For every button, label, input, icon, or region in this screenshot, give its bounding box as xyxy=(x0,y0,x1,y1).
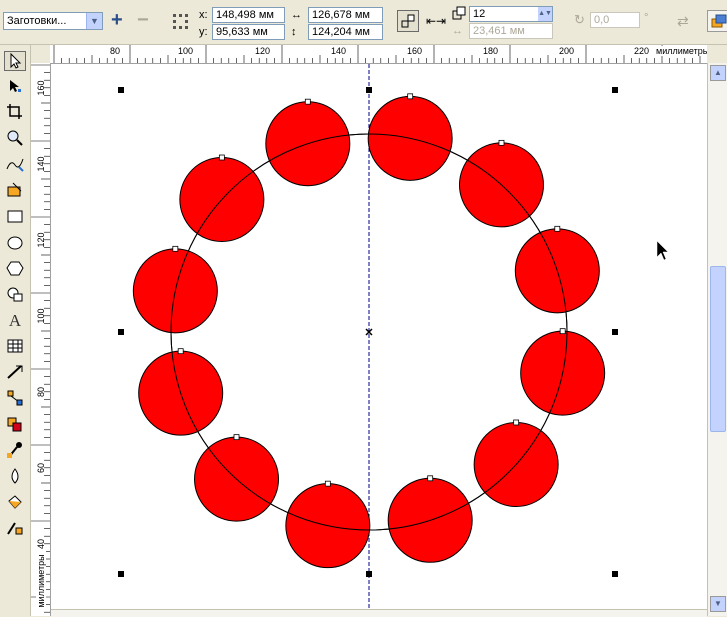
rectangle-tool-icon[interactable] xyxy=(4,207,26,227)
h-tick-label: 120 xyxy=(255,46,271,56)
v-tick-label: 100 xyxy=(36,308,46,324)
selection-handle[interactable] xyxy=(612,87,618,93)
angle-field[interactable]: 0,0 xyxy=(590,12,640,28)
x-position-field[interactable]: 148,498 мм xyxy=(212,7,285,23)
h-tick-label: 220 xyxy=(634,46,650,56)
node-handle[interactable] xyxy=(513,419,520,426)
drawing-canvas[interactable] xyxy=(51,64,707,610)
width-icon: ↔ xyxy=(291,9,302,21)
chevron-down-icon: ▼ xyxy=(86,13,102,29)
ruler-origin[interactable] xyxy=(31,45,51,64)
interactive-fill-icon[interactable] xyxy=(4,519,26,539)
dimension-tool-icon[interactable] xyxy=(4,363,26,383)
v-tick-label: 140 xyxy=(36,156,46,172)
to-object-button[interactable] xyxy=(397,10,419,32)
blend-tool-icon[interactable] xyxy=(4,415,26,435)
x-label: x: xyxy=(199,9,208,21)
node-handle[interactable] xyxy=(407,93,414,100)
mirror-icon[interactable]: ⇄ xyxy=(677,12,695,30)
to-object-icon xyxy=(401,14,415,28)
preset-label: Заготовки... xyxy=(7,15,67,27)
pick-tool-icon[interactable] xyxy=(4,51,26,71)
connector-tool-icon[interactable] xyxy=(4,389,26,409)
node-handle[interactable] xyxy=(554,225,561,232)
vertical-scrollbar[interactable]: ▲ ▼ xyxy=(707,63,727,616)
crop-tool-icon[interactable] xyxy=(4,103,26,123)
polygon-tool-icon[interactable] xyxy=(4,259,26,279)
v-tick-label: 120 xyxy=(36,232,46,248)
scroll-thumb[interactable] xyxy=(710,266,726,432)
count-value: 12 xyxy=(473,8,486,20)
property-bar: Заготовки... ▼ + − x: 148,498 мм y: 95,6… xyxy=(0,0,727,45)
spacing-field[interactable]: 23,461 мм xyxy=(469,23,553,39)
mouse-cursor-icon xyxy=(656,240,670,262)
preset-dropdown[interactable]: Заготовки... ▼ xyxy=(3,12,103,30)
ruler-unit-label: миллиметры xyxy=(654,46,707,56)
h-tick-label: 160 xyxy=(407,46,423,56)
ellipse-tool-icon[interactable] xyxy=(4,233,26,253)
selection-handle[interactable] xyxy=(366,87,372,93)
rotation-icon: ↻ xyxy=(574,12,585,27)
fill-tool-icon[interactable] xyxy=(4,493,26,513)
h-tick-label: 180 xyxy=(483,46,499,56)
h-tick-label: 200 xyxy=(559,46,575,56)
horizontal-ruler[interactable]: 80 100 120 140 160 180 200 220 миллиметр… xyxy=(50,45,707,64)
table-tool-icon[interactable] xyxy=(4,337,26,357)
eyedropper-tool-icon[interactable] xyxy=(4,441,26,461)
scroll-down-button[interactable]: ▼ xyxy=(710,596,726,612)
y-label: y: xyxy=(199,26,208,38)
node-handle[interactable] xyxy=(324,480,331,487)
spacing-icon: ↔ xyxy=(452,25,463,37)
selection-handle[interactable] xyxy=(366,571,372,577)
spacing-toggle-icon[interactable]: ⇤⇥ xyxy=(426,12,446,30)
object-position-icon xyxy=(171,12,189,30)
selection-handle[interactable] xyxy=(612,571,618,577)
selection-handle[interactable] xyxy=(118,329,124,335)
v-tick-label: 80 xyxy=(36,387,46,398)
text-tool-icon[interactable]: A xyxy=(4,311,26,331)
toolbox: A xyxy=(0,45,31,616)
height-field[interactable]: 124,204 мм xyxy=(308,24,383,40)
node-handle[interactable] xyxy=(559,328,566,335)
basic-shapes-icon[interactable] xyxy=(4,285,26,305)
freehand-tool-icon[interactable] xyxy=(4,155,26,175)
node-handle[interactable] xyxy=(427,475,434,482)
width-field[interactable]: 126,678 мм xyxy=(308,7,383,23)
options-icon xyxy=(711,14,727,28)
smart-fill-icon[interactable] xyxy=(4,181,26,201)
node-handle[interactable] xyxy=(177,348,184,355)
h-tick-label: 80 xyxy=(110,46,121,56)
number-of-objects-icon xyxy=(452,6,468,22)
selection-handle[interactable] xyxy=(118,87,124,93)
node-handle[interactable] xyxy=(233,434,240,441)
h-tick-label: 100 xyxy=(178,46,194,56)
v-tick-label: 160 xyxy=(36,80,46,96)
v-ruler-unit-label: миллиметры xyxy=(36,551,46,611)
angle-value: 0,0 xyxy=(594,14,610,26)
selection-handle[interactable] xyxy=(612,329,618,335)
node-handle[interactable] xyxy=(304,98,311,105)
height-icon: ↕ xyxy=(291,26,297,38)
v-tick-label: 60 xyxy=(36,463,46,474)
vertical-ruler[interactable]: 160 140 120 100 80 60 40 миллиметры xyxy=(31,63,51,616)
node-handle[interactable] xyxy=(172,245,179,252)
count-spinner[interactable]: ▲▼ xyxy=(538,7,552,21)
node-handle[interactable] xyxy=(218,154,225,161)
scroll-up-button[interactable]: ▲ xyxy=(710,65,726,81)
y-position-field[interactable]: 95,633 мм xyxy=(212,24,285,40)
degree-symbol: ° xyxy=(644,12,649,24)
selection-handle[interactable] xyxy=(118,571,124,577)
node-handle[interactable] xyxy=(498,139,505,146)
options-button[interactable] xyxy=(707,10,727,32)
h-tick-label: 140 xyxy=(331,46,347,56)
shape-tool-icon[interactable] xyxy=(4,77,26,97)
remove-preset-icon[interactable]: − xyxy=(137,10,155,30)
zoom-tool-icon[interactable] xyxy=(4,129,26,149)
add-preset-icon[interactable]: + xyxy=(111,10,129,30)
outline-tool-icon[interactable] xyxy=(4,467,26,487)
